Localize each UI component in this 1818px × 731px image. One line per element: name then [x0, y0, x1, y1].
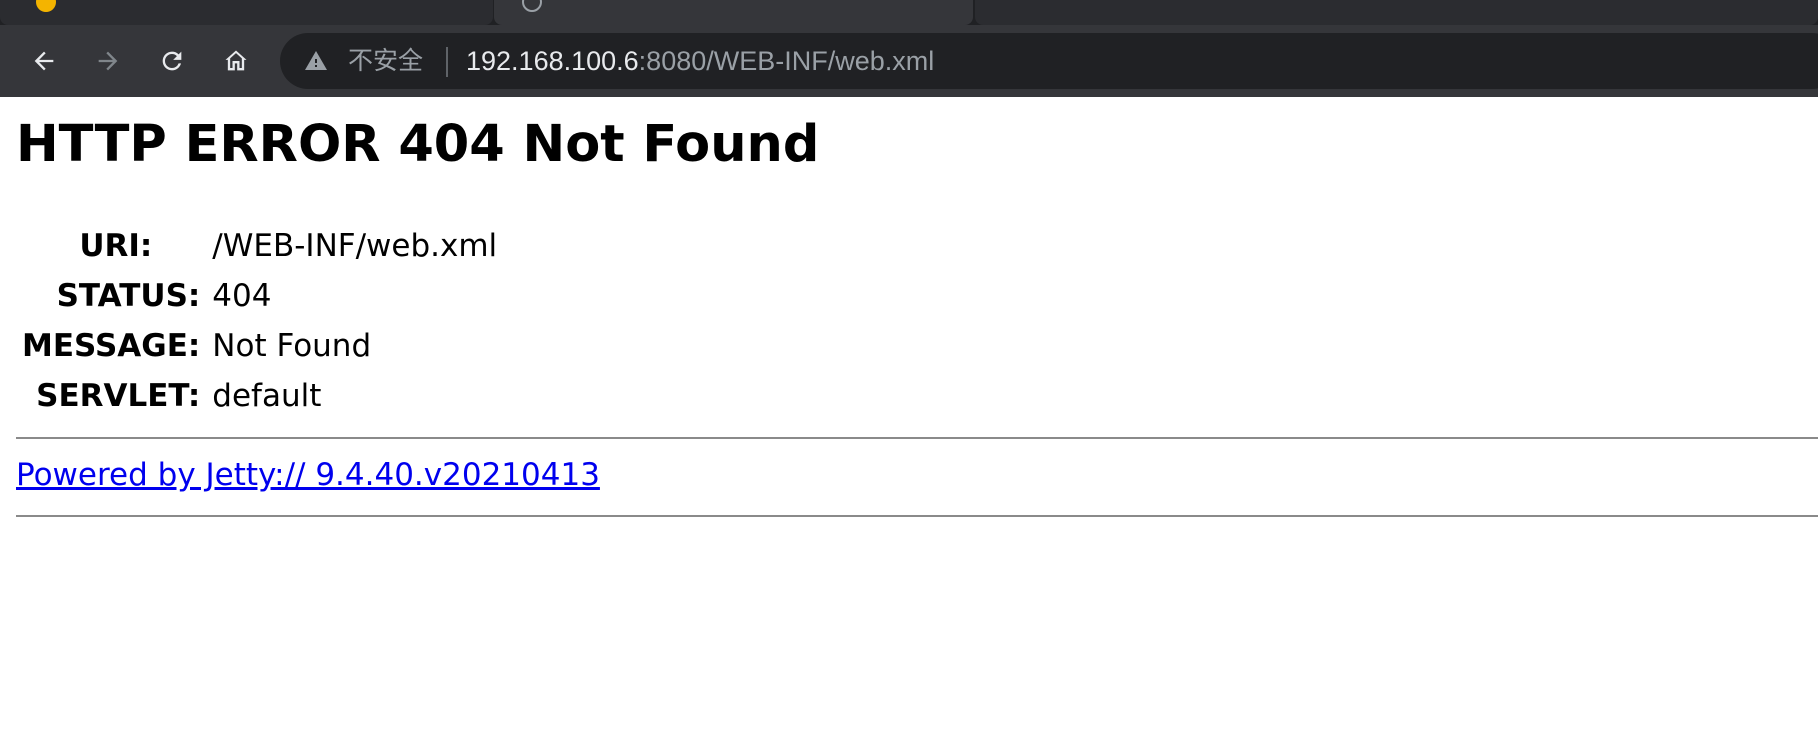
table-row: MESSAGE: Not Found	[16, 321, 497, 371]
divider	[16, 437, 1818, 439]
row-key: SERVLET:	[36, 378, 201, 414]
error-details-table: URI: /WEB-INF/web.xml STATUS: 404 MESSAG…	[16, 221, 497, 421]
browser-toolbar: 不安全 192.168.100.6:8080/WEB-INF/web.xml	[0, 25, 1818, 97]
forward-arrow-icon	[98, 51, 118, 71]
back-arrow-icon	[34, 51, 54, 71]
row-value: 404	[212, 278, 272, 314]
divider	[16, 515, 1818, 517]
browser-tab-active[interactable]	[494, 0, 973, 25]
tab-globe-icon	[522, 0, 542, 12]
url-host: 192.168.100.6	[466, 46, 639, 76]
row-key: MESSAGE:	[22, 328, 201, 364]
back-button[interactable]	[26, 43, 62, 79]
tab-favicon-icon	[36, 0, 56, 12]
row-value: default	[212, 378, 322, 414]
table-row: SERVLET: default	[16, 371, 497, 421]
page-title: HTTP ERROR 404 Not Found	[16, 115, 820, 174]
browser-tab[interactable]	[0, 0, 493, 25]
browser-tab[interactable]	[975, 0, 1818, 25]
url-path: :8080/WEB-INF/web.xml	[638, 46, 935, 76]
forward-button[interactable]	[90, 43, 126, 79]
security-label[interactable]: 不安全	[348, 46, 423, 76]
home-button[interactable]	[218, 43, 254, 79]
home-icon	[225, 50, 247, 71]
table-row: URI: /WEB-INF/web.xml	[16, 221, 497, 271]
omnibox-divider	[446, 47, 448, 77]
row-key: STATUS:	[56, 278, 201, 314]
reload-button[interactable]	[154, 43, 190, 79]
row-key: URI:	[79, 228, 153, 264]
powered-by-jetty-link[interactable]: Powered by Jetty:// 9.4.40.v20210413	[16, 455, 600, 495]
url-text[interactable]: 192.168.100.6:8080/WEB-INF/web.xml	[466, 45, 934, 77]
page-content: HTTP ERROR 404 Not Found URI: /WEB-INF/w…	[0, 97, 1818, 731]
row-value: Not Found	[212, 328, 372, 364]
browser-chrome: 不安全 192.168.100.6:8080/WEB-INF/web.xml	[0, 0, 1818, 97]
warning-triangle-icon[interactable]	[304, 49, 328, 73]
table-row: STATUS: 404	[16, 271, 497, 321]
tab-strip	[0, 0, 1818, 25]
row-value: /WEB-INF/web.xml	[212, 228, 498, 264]
reload-icon	[162, 51, 182, 71]
address-bar[interactable]: 不安全 192.168.100.6:8080/WEB-INF/web.xml	[280, 33, 1818, 89]
